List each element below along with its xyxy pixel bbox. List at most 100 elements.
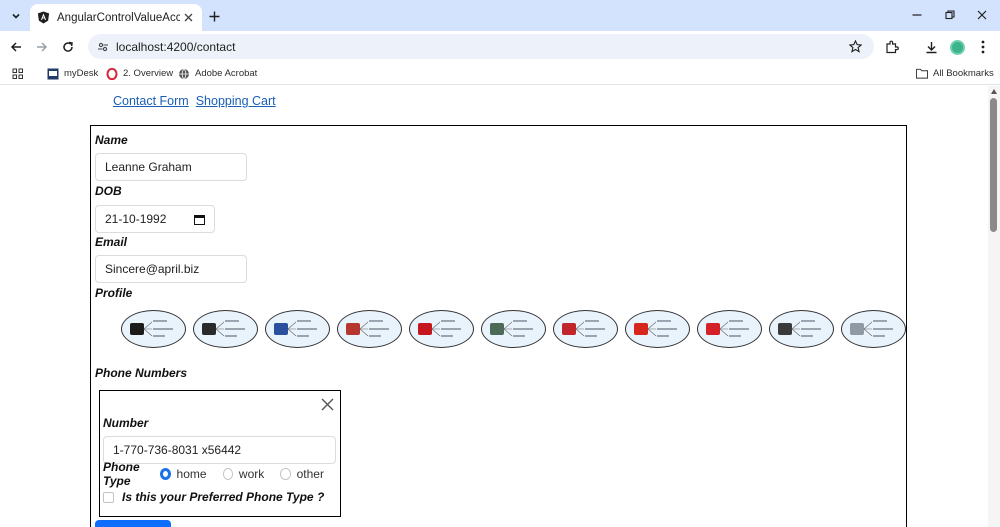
- phone-numbers-label: Phone Numbers: [95, 366, 188, 380]
- email-input[interactable]: [95, 255, 247, 283]
- browser-toolbar: localhost:4200/contact: [0, 31, 1000, 62]
- phone-type-group: Phone Type home work other: [103, 460, 340, 488]
- profile-option-black-panther[interactable]: [193, 310, 258, 348]
- scroll-up-arrow-icon[interactable]: [991, 89, 997, 94]
- tab-title: AngularControlValueAccessor: [57, 11, 180, 24]
- chrome-menu-button[interactable]: [972, 36, 994, 58]
- black-panther-icon: [201, 320, 245, 337]
- apps-button[interactable]: [12, 66, 24, 81]
- page-content: Contact Form Shopping Cart Name DOB 21-1…: [0, 86, 988, 527]
- close-window-button[interactable]: [968, 4, 996, 26]
- extensions-button[interactable]: [881, 36, 903, 58]
- minimize-icon: [912, 14, 922, 16]
- eagle-icon: [849, 320, 893, 337]
- close-icon: [321, 398, 333, 410]
- contact-form: Name DOB 21-10-1992 Email Profile Phone …: [90, 125, 907, 527]
- batman-icon: [129, 320, 173, 337]
- back-button[interactable]: [5, 36, 27, 58]
- tab-close-button[interactable]: [180, 10, 196, 26]
- opera-icon: [106, 67, 118, 80]
- contact-form-link[interactable]: Contact Form: [113, 94, 189, 108]
- name-input[interactable]: [95, 153, 247, 181]
- address-bar[interactable]: localhost:4200/contact: [88, 34, 874, 59]
- restore-icon: [945, 10, 955, 20]
- angular-icon: [36, 11, 50, 25]
- bookmarks-bar: myDesk 2. Overview Adobe Acrobat All Boo…: [0, 62, 1000, 85]
- profile-option-albania-eagle[interactable]: [625, 310, 690, 348]
- bookmark-label: 2. Overview: [123, 68, 174, 79]
- phone-number-card: Number Phone Type home work other Is thi…: [99, 390, 341, 517]
- bookmark-label: Adobe Acrobat: [195, 68, 258, 79]
- profile-button[interactable]: [946, 36, 968, 58]
- avatar: [949, 39, 965, 55]
- download-icon: [926, 41, 936, 53]
- bookmark-adobe-acrobat[interactable]: Adobe Acrobat: [178, 66, 257, 81]
- star-icon: [848, 40, 862, 53]
- profile-option-batman[interactable]: [121, 310, 186, 348]
- bookmark-star-button[interactable]: [846, 38, 864, 56]
- arrow-left-icon: [10, 42, 21, 52]
- profile-option-avengers-mountains[interactable]: [337, 310, 402, 348]
- close-icon: [184, 13, 192, 22]
- preferred-phone-label: Is this your Preferred Phone Type ?: [122, 490, 325, 504]
- reload-icon: [63, 41, 73, 52]
- downloads-button[interactable]: [920, 36, 942, 58]
- all-bookmarks[interactable]: All Bookmarks: [916, 66, 994, 81]
- preferred-phone-row: Is this your Preferred Phone Type ?: [103, 490, 324, 504]
- email-label: Email: [95, 235, 128, 249]
- calendar-icon[interactable]: [193, 213, 205, 225]
- profile-option-green-lantern[interactable]: [481, 310, 546, 348]
- new-tab-button[interactable]: [205, 7, 223, 25]
- phone-type-work-radio[interactable]: [222, 468, 233, 480]
- profile-option-captain-america[interactable]: [265, 310, 330, 348]
- arrow-right-icon: [37, 42, 48, 52]
- name-label: Name: [95, 133, 128, 147]
- mydesk-icon: [47, 68, 59, 80]
- folder-icon: [916, 68, 928, 80]
- albania-eagle-icon: [633, 320, 677, 337]
- scroll-thumb[interactable]: [990, 98, 997, 232]
- restore-button[interactable]: [936, 4, 964, 26]
- plus-icon: [209, 11, 219, 21]
- rifle-bird-icon: [777, 320, 821, 337]
- remove-phone-button[interactable]: [320, 397, 334, 411]
- reload-button[interactable]: [57, 36, 79, 58]
- dob-value: 21-10-1992: [105, 212, 167, 226]
- superman-icon: [705, 320, 749, 337]
- phone-type-label: Phone Type: [103, 460, 140, 488]
- apps-grid-icon: [12, 68, 23, 79]
- preferred-phone-checkbox[interactable]: [103, 491, 114, 503]
- profile-option-rifle-bird[interactable]: [769, 310, 834, 348]
- submit-button[interactable]: [95, 520, 171, 527]
- profile-picker: [121, 310, 906, 348]
- dob-input[interactable]: 21-10-1992: [95, 205, 215, 233]
- tab-search-button[interactable]: [6, 6, 26, 26]
- iron-man-icon: [561, 320, 605, 337]
- profile-option-flash[interactable]: [409, 310, 474, 348]
- phone-type-other-radio[interactable]: [280, 468, 291, 480]
- app-nav: Contact Form Shopping Cart: [113, 94, 276, 108]
- profile-option-iron-man[interactable]: [553, 310, 618, 348]
- profile-label: Profile: [95, 286, 133, 300]
- number-label: Number: [103, 416, 149, 430]
- bookmark-mydesk[interactable]: myDesk: [47, 66, 98, 81]
- site-info-icon[interactable]: [96, 40, 110, 54]
- dob-label: DOB: [95, 184, 122, 198]
- puzzle-icon: [886, 40, 899, 54]
- browser-tab[interactable]: AngularControlValueAccessor: [30, 4, 202, 31]
- profile-option-superman[interactable]: [697, 310, 762, 348]
- flash-icon: [417, 320, 461, 337]
- close-icon: [977, 10, 987, 20]
- phone-type-other-label: other: [296, 467, 324, 481]
- all-bookmarks-label: All Bookmarks: [933, 68, 994, 79]
- shopping-cart-link[interactable]: Shopping Cart: [196, 94, 276, 108]
- profile-option-eagle[interactable]: [841, 310, 906, 348]
- captain-america-icon: [273, 320, 317, 337]
- tab-strip: AngularControlValueAccessor: [0, 0, 1000, 31]
- bookmark-overview[interactable]: 2. Overview: [106, 66, 173, 81]
- forward-button[interactable]: [31, 36, 53, 58]
- minimize-button[interactable]: [903, 4, 931, 26]
- page-scrollbar[interactable]: [988, 86, 1000, 527]
- phone-type-home-radio[interactable]: [159, 468, 171, 480]
- url-text: localhost:4200/contact: [116, 39, 236, 54]
